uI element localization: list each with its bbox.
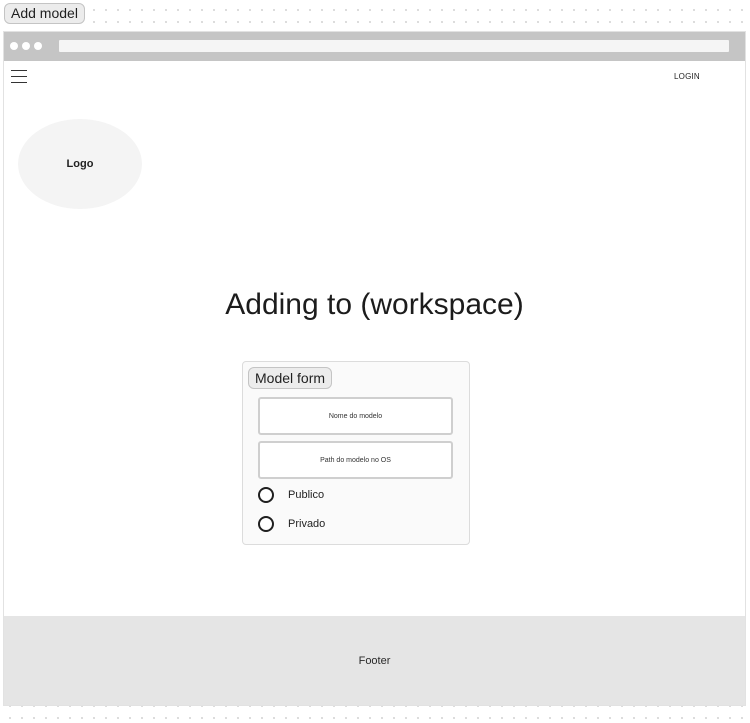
window-dot-icon bbox=[22, 42, 30, 50]
model-path-placeholder: Path do modelo no OS bbox=[320, 456, 391, 464]
form-label: Model form bbox=[248, 367, 333, 389]
wireframe-canvas: Add model LOGIN Logo Adding to (workspac… bbox=[0, 0, 750, 723]
frame-label: Add model bbox=[4, 3, 85, 24]
model-path-input[interactable]: Path do modelo no OS bbox=[258, 441, 453, 479]
radio-circle-icon[interactable] bbox=[258, 487, 274, 503]
address-bar[interactable] bbox=[59, 40, 729, 52]
browser-window: LOGIN Logo Adding to (workspace) Model f… bbox=[3, 31, 746, 706]
model-name-placeholder: Nome do modelo bbox=[328, 412, 383, 420]
model-form: Model form Nome do modelo Path do modelo… bbox=[242, 361, 470, 545]
radio-option-privado[interactable]: Privado bbox=[258, 515, 325, 533]
login-link[interactable]: LOGIN bbox=[674, 72, 706, 81]
logo-label: Logo bbox=[66, 158, 94, 170]
window-dot-icon bbox=[10, 42, 18, 50]
radio-circle-icon[interactable] bbox=[258, 516, 274, 532]
footer-label: Footer bbox=[358, 654, 391, 667]
radio-label: Privado bbox=[288, 518, 326, 530]
logo: Logo bbox=[18, 119, 142, 209]
footer: Footer bbox=[4, 616, 745, 705]
radio-label: Publico bbox=[288, 489, 325, 501]
browser-toolbar bbox=[4, 32, 745, 61]
model-name-input[interactable]: Nome do modelo bbox=[258, 397, 453, 435]
radio-option-publico[interactable]: Publico bbox=[258, 486, 324, 504]
hamburger-menu-icon[interactable] bbox=[11, 69, 27, 85]
page-title: Adding to (workspace) bbox=[225, 288, 524, 321]
window-dot-icon bbox=[34, 42, 42, 50]
